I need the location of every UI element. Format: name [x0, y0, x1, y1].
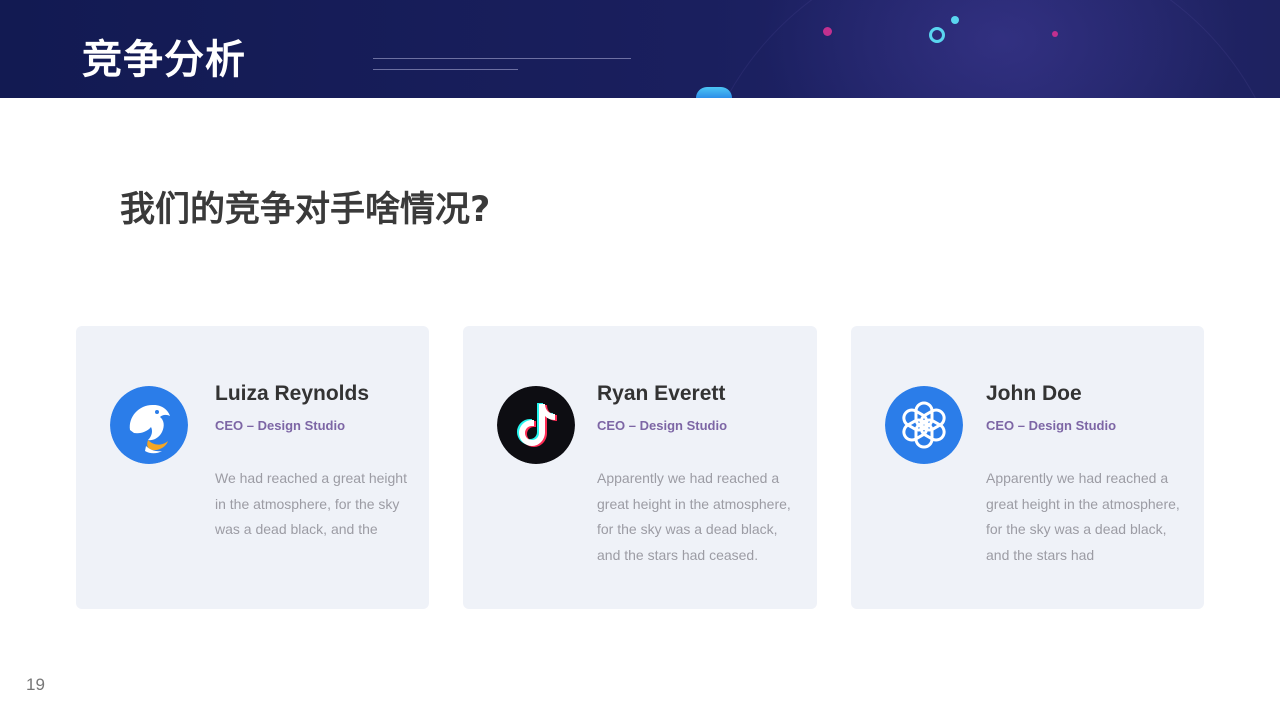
competitor-card-3: John Doe CEO – Design Studio Apparently … — [851, 326, 1204, 609]
competitor-role: CEO – Design Studio — [215, 418, 346, 433]
competitor-description: We had reached a great height in the atm… — [215, 470, 407, 537]
decorative-ring-cyan — [929, 27, 945, 43]
section-question: 我们的竞争对手啥情况? — [120, 190, 491, 230]
competitor-card-2: Ryan Everett CEO – Design Studio Apparen… — [463, 326, 817, 609]
decorative-dot-magenta-small — [1052, 31, 1058, 37]
competitor-description: Apparently we had reached a great height… — [597, 470, 791, 563]
decorative-dot-magenta — [823, 27, 832, 36]
decorative-line-short — [373, 69, 518, 70]
header-band: 竞争分析 — [0, 0, 1280, 98]
competitor-name: Ryan Everett — [597, 382, 726, 405]
openai-logo-icon — [885, 386, 963, 464]
decorative-line-long — [373, 58, 631, 59]
decorative-dot-cyan — [951, 16, 959, 24]
competitor-name: John Doe — [986, 382, 1082, 405]
competitor-card-1: Luiza Reynolds CEO – Design Studio We ha… — [76, 326, 429, 609]
dolphin-logo-icon — [110, 386, 188, 464]
tiktok-logo-icon — [497, 386, 575, 464]
decorative-half-orb — [696, 87, 732, 98]
competitor-role: CEO – Design Studio — [597, 418, 728, 433]
competitor-description: Apparently we had reached a great height… — [986, 470, 1180, 563]
competitor-role: CEO – Design Studio — [986, 418, 1117, 433]
page-number: 19 — [26, 675, 45, 694]
competitor-name: Luiza Reynolds — [215, 382, 370, 405]
slide-title: 竞争分析 — [82, 37, 246, 83]
